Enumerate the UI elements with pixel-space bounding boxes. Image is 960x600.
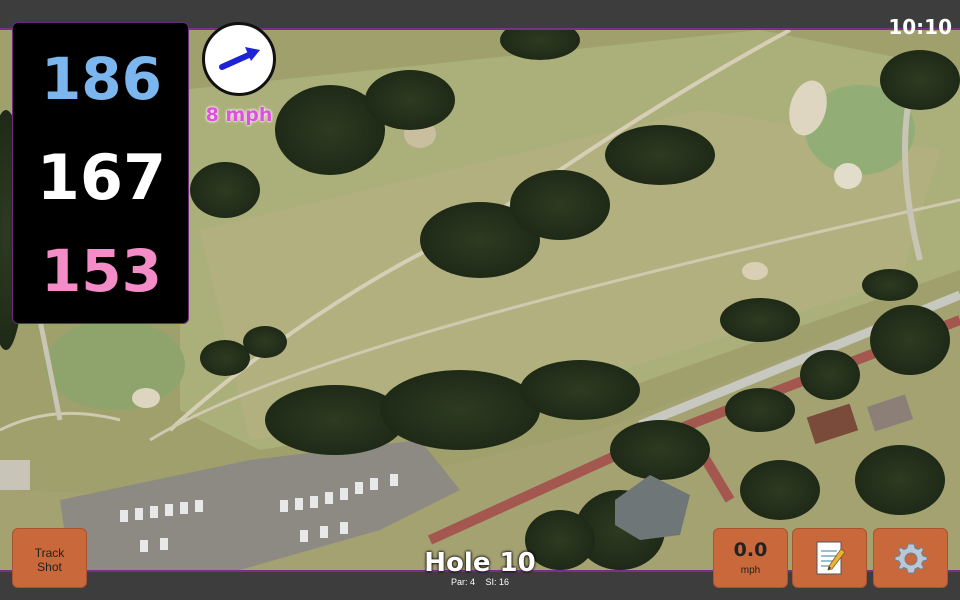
hole-par: Par: 4 — [450, 577, 475, 587]
wind-direction-arrow-icon — [219, 47, 260, 70]
track-shot-label-line2: Shot — [37, 560, 62, 574]
speed-value: 0.0 — [733, 539, 768, 561]
hole-details: Par: 4 SI: 16 — [380, 577, 580, 587]
speed-unit: mph — [740, 565, 761, 576]
clock-time: 10:10 — [888, 15, 952, 39]
hole-title: Hole 10 — [424, 548, 536, 578]
hole-stroke-index: SI: 16 — [485, 577, 510, 587]
track-shot-button[interactable]: Track Shot — [12, 528, 87, 588]
front-distance: 153 — [40, 237, 163, 305]
gear-icon — [894, 543, 927, 574]
wind-speed: 8 mph — [205, 104, 273, 126]
distance-panel: 186 167 153 — [12, 22, 189, 324]
middle-distance: 167 — [36, 141, 167, 214]
settings-button[interactable] — [873, 528, 948, 588]
speed-button[interactable]: 0.0 mph — [713, 528, 788, 588]
back-distance: 186 — [40, 45, 163, 113]
notepad-icon — [816, 541, 846, 575]
track-shot-label-line1: Track — [34, 546, 65, 560]
wind-indicator — [202, 22, 276, 96]
golf-gps-screen: 10:10 186 167 153 8 mph Track Shot Hole … — [0, 0, 960, 600]
notes-button[interactable] — [792, 528, 867, 588]
